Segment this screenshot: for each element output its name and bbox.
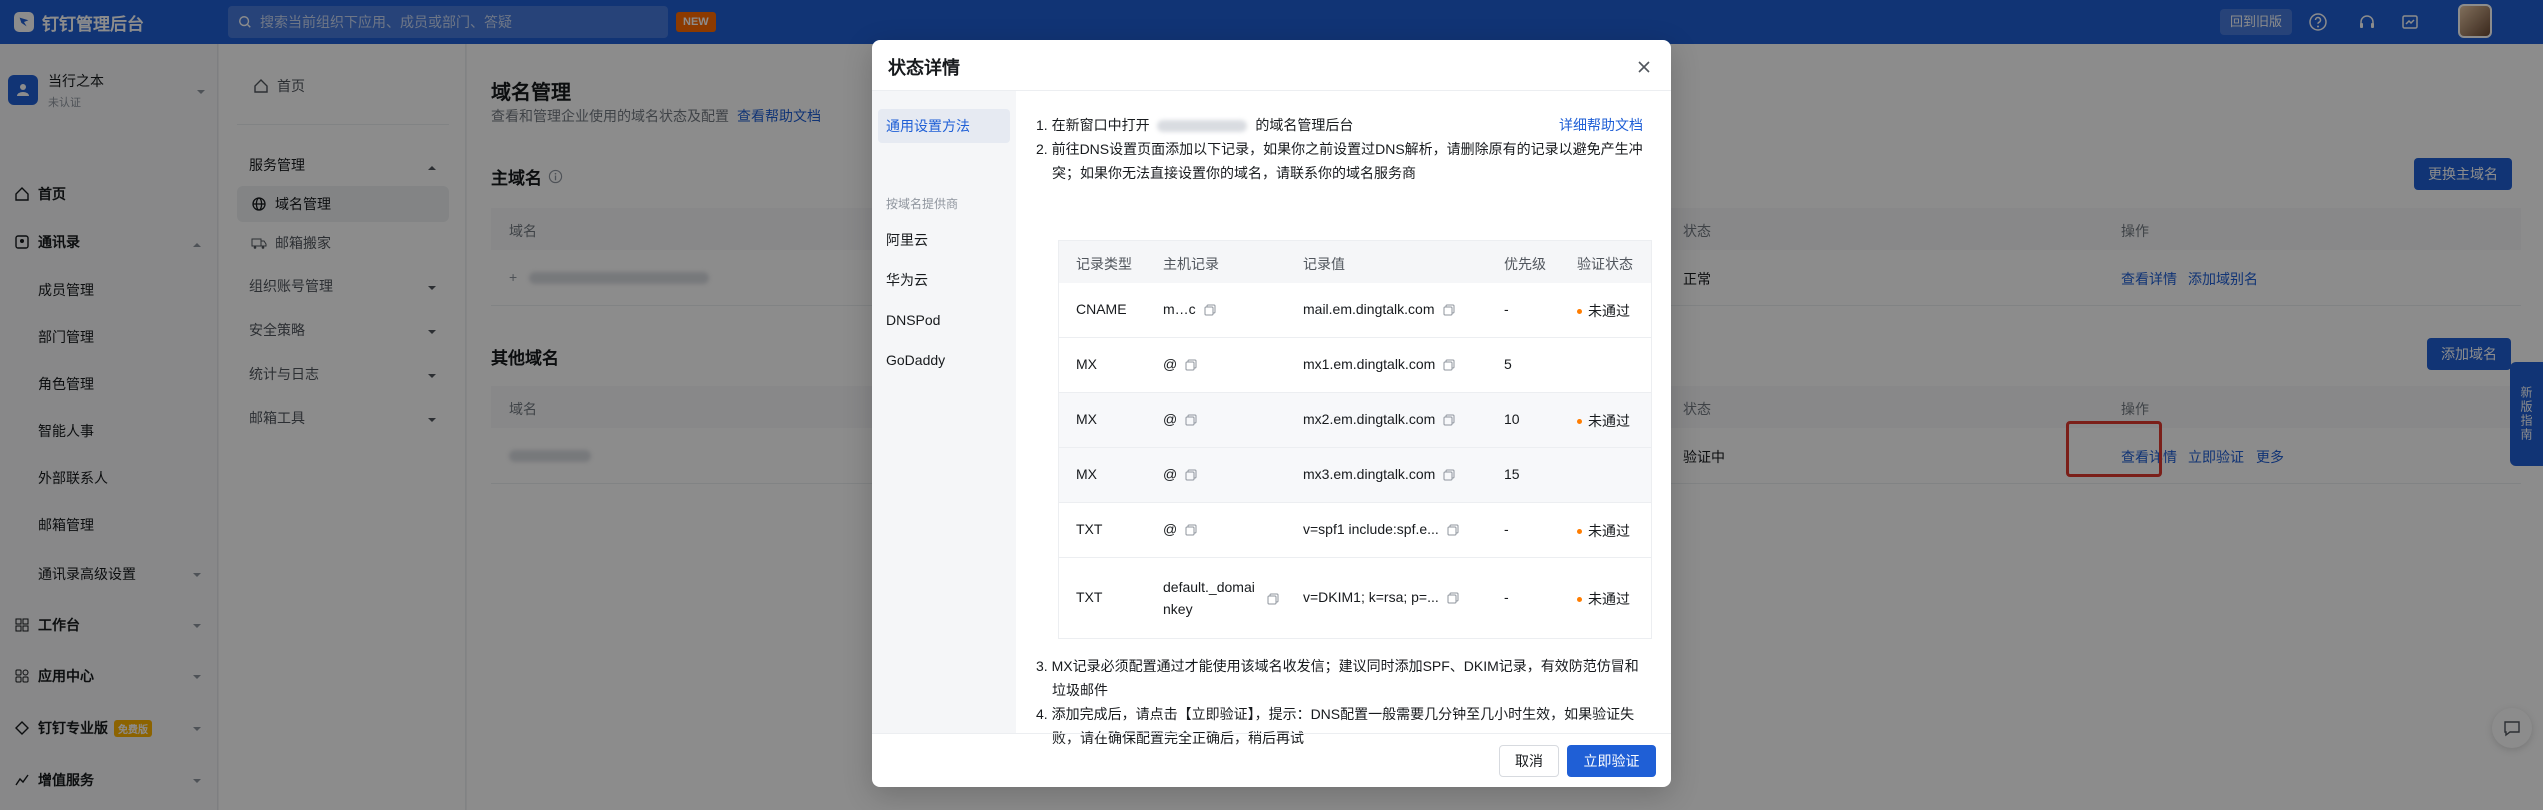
- status-badge: 未通过: [1577, 301, 1630, 321]
- copy-icon[interactable]: [1185, 358, 1197, 371]
- copy-icon[interactable]: [1443, 468, 1455, 481]
- warning-dot-icon: [1577, 596, 1582, 602]
- provider-menu: 通用设置方法 按域名提供商 阿里云 华为云 DNSPod GoDaddy: [872, 91, 1016, 733]
- table-row: CNAME m…c mail.em.dingtalk.com - 未通过: [1059, 283, 1651, 338]
- cancel-button[interactable]: 取消: [1499, 745, 1559, 777]
- table-row: TXT default._domainkey v=DKIM1; k=rsa; p…: [1076, 579, 1630, 617]
- status-badge: 未通过: [1577, 411, 1630, 431]
- copy-icon[interactable]: [1443, 303, 1455, 316]
- warning-dot-icon: [1577, 308, 1582, 314]
- status-detail-modal: 状态详情 通用设置方法 按域名提供商 阿里云 华为云 DNSPod GoDadd…: [872, 40, 1671, 787]
- copy-icon[interactable]: [1185, 468, 1197, 481]
- step-3: 3. MX记录必须配置通过才能使用该域名收发信；建议同时添加SPF、DKIM记录…: [1036, 658, 1639, 698]
- tab-godaddy[interactable]: GoDaddy: [878, 343, 1010, 377]
- modal-title: 状态详情: [888, 58, 960, 78]
- copy-icon[interactable]: [1447, 591, 1459, 604]
- tab-dnspod[interactable]: DNSPod: [878, 303, 1010, 337]
- copy-icon[interactable]: [1267, 592, 1279, 605]
- copy-icon[interactable]: [1185, 413, 1197, 426]
- step-2: 2. 前往DNS设置页面添加以下记录，如果你之前设置过DNS解析，请删除原有的记…: [1036, 141, 1643, 181]
- warning-dot-icon: [1577, 528, 1582, 534]
- table-row: TXT @ v=spf1 include:spf.e... - 未通过: [1059, 503, 1651, 558]
- dns-record-table: 记录类型 主机记录 记录值 优先级 验证状态 CNAME m…c mail.em…: [1058, 240, 1652, 639]
- detailed-help-link[interactable]: 详细帮助文档: [1559, 115, 1643, 135]
- table-row: MX @ mx2.em.dingtalk.com 10 未通过: [1059, 393, 1651, 448]
- verify-now-button[interactable]: 立即验证: [1567, 745, 1656, 777]
- tab-aliyun[interactable]: 阿里云: [878, 223, 1010, 257]
- warning-dot-icon: [1577, 418, 1582, 424]
- modal-body: 1. 在新窗口中打开 的域名管理后台 详细帮助文档 2. 前往DNS设置页面添加…: [1016, 91, 1671, 746]
- provider-label: 按域名提供商: [886, 197, 959, 211]
- table-row: MX @ mx3.em.dingtalk.com 15: [1059, 448, 1651, 503]
- copy-icon[interactable]: [1443, 413, 1455, 426]
- blurred-provider: [1157, 120, 1248, 133]
- copy-icon[interactable]: [1443, 358, 1455, 371]
- copy-icon[interactable]: [1447, 523, 1459, 536]
- status-badge: 未通过: [1577, 521, 1630, 541]
- copy-icon[interactable]: [1185, 523, 1197, 536]
- status-badge: 未通过: [1577, 589, 1630, 609]
- tab-general-method[interactable]: 通用设置方法: [878, 109, 1010, 143]
- modal-footer: 取消 立即验证: [872, 733, 1671, 787]
- tab-huaweicloud[interactable]: 华为云: [878, 263, 1010, 297]
- copy-icon[interactable]: [1204, 303, 1216, 316]
- table-row: MX @ mx1.em.dingtalk.com 5: [1059, 338, 1651, 393]
- step-1: 1. 在新窗口中打开 的域名管理后台: [1036, 117, 1354, 133]
- dns-table-header: 记录类型 主机记录 记录值 优先级 验证状态: [1059, 241, 1651, 283]
- close-icon[interactable]: [1635, 58, 1653, 76]
